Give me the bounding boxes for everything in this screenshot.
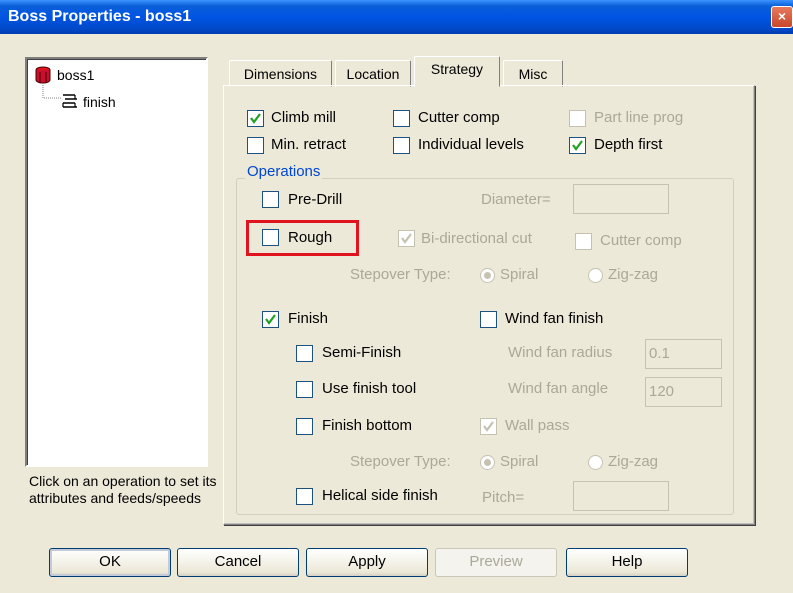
diameter-field[interactable] [573, 184, 669, 214]
close-button[interactable]: × [771, 6, 793, 28]
window-title: Boss Properties - boss1 [8, 8, 192, 25]
operation-tree[interactable]: boss1 finish [25, 57, 208, 467]
semi-finish-checkbox[interactable] [296, 345, 313, 362]
spiral-radio[interactable] [480, 268, 495, 283]
climb-mill-checkbox[interactable] [247, 110, 264, 127]
spiral-label: Spiral [500, 266, 539, 283]
pitch-field[interactable] [573, 481, 669, 511]
wind-fan-radius-field[interactable]: 0.1 [645, 339, 722, 369]
bidirectional-checkbox[interactable] [398, 230, 415, 247]
spiral-radio-2[interactable] [480, 455, 495, 470]
individual-levels-checkbox[interactable] [393, 137, 410, 154]
pre-drill-checkbox[interactable] [262, 191, 279, 208]
semi-finish-label: Semi-Finish [322, 344, 402, 361]
diameter-label: Diameter= [481, 191, 551, 208]
pre-drill-label: Pre-Drill [288, 191, 343, 208]
cutter-comp-checkbox[interactable] [393, 110, 410, 127]
finish-bottom-label: Finish bottom [322, 417, 413, 434]
wind-fan-finish-label: Wind fan finish [505, 310, 604, 327]
rough-checkbox[interactable] [262, 229, 279, 246]
min-retract-checkbox[interactable] [247, 137, 264, 154]
depth-first-label: Depth first [594, 136, 663, 153]
tab-misc[interactable]: Misc [503, 60, 563, 87]
finish-label: Finish [288, 310, 329, 327]
climb-mill-label: Climb mill [271, 109, 336, 126]
zigzag-label: Zig-zag [608, 266, 659, 283]
wind-fan-angle-field[interactable]: 120 [645, 377, 722, 407]
min-retract-label: Min. retract [271, 136, 347, 153]
spiral-label-2: Spiral [500, 453, 539, 470]
stepover-type-label: Stepover Type: [350, 266, 451, 283]
operations-group-title: Operations [245, 163, 323, 180]
bidirectional-label: Bi-directional cut [421, 230, 532, 247]
stepover-type-label-2: Stepover Type: [350, 453, 451, 470]
pitch-label: Pitch= [482, 489, 525, 506]
tree-hint: Click on an operation to set its attribu… [29, 473, 217, 506]
helical-side-finish-checkbox[interactable] [296, 488, 313, 505]
wind-fan-finish-checkbox[interactable] [480, 311, 497, 328]
helical-side-finish-label: Helical side finish [322, 487, 438, 504]
tree-item-finish[interactable]: finish [83, 94, 116, 110]
tab-dimensions[interactable]: Dimensions [229, 60, 332, 87]
rough-cutter-comp-label: Cutter comp [600, 232, 682, 249]
part-line-prog-checkbox[interactable] [569, 110, 586, 127]
rough-cutter-comp-checkbox[interactable] [575, 233, 592, 250]
use-finish-tool-label: Use finish tool [322, 380, 417, 397]
zigzag-radio[interactable] [588, 268, 603, 283]
zigzag-label-2: Zig-zag [608, 453, 659, 470]
tab-strategy[interactable]: Strategy [414, 56, 500, 87]
wind-fan-radius-label: Wind fan radius [508, 344, 613, 361]
wall-pass-checkbox[interactable] [480, 418, 497, 435]
tree-item-boss1[interactable]: boss1 [57, 67, 94, 83]
cancel-button[interactable]: Cancel [177, 548, 299, 577]
depth-first-checkbox[interactable] [569, 137, 586, 154]
title-bar: Boss Properties - boss1 [0, 0, 793, 34]
use-finish-tool-checkbox[interactable] [296, 381, 313, 398]
wind-fan-angle-label: Wind fan angle [508, 380, 609, 397]
individual-levels-label: Individual levels [418, 136, 524, 153]
wall-pass-label: Wall pass [505, 417, 570, 434]
tab-location[interactable]: Location [335, 60, 411, 87]
apply-button[interactable]: Apply [306, 548, 428, 577]
ok-button[interactable]: OK [49, 548, 171, 577]
preview-button[interactable]: Preview [435, 548, 557, 577]
finish-toolpath-icon [61, 93, 79, 113]
cutter-comp-label: Cutter comp [418, 109, 500, 126]
help-button[interactable]: Help [566, 548, 688, 577]
finish-bottom-checkbox[interactable] [296, 418, 313, 435]
part-line-prog-label: Part line prog [594, 109, 684, 126]
rough-label: Rough [288, 229, 333, 246]
zigzag-radio-2[interactable] [588, 455, 603, 470]
finish-checkbox[interactable] [262, 311, 279, 328]
